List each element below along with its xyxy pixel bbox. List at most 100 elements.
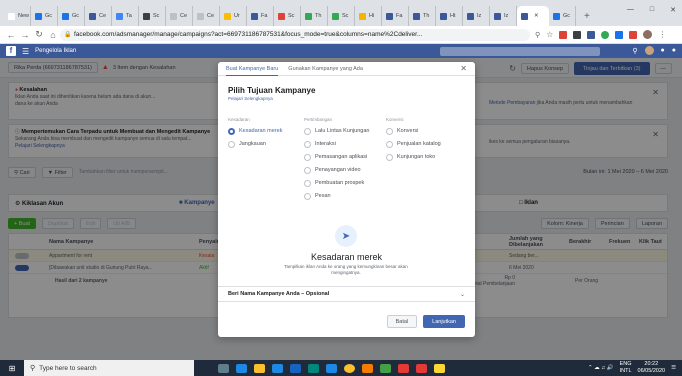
browser-tab[interactable]: Ht bbox=[436, 6, 463, 26]
app-icon[interactable] bbox=[397, 363, 409, 373]
browser-tab[interactable]: Sc bbox=[328, 6, 355, 26]
facebook-logo[interactable]: f bbox=[6, 46, 16, 56]
radio[interactable] bbox=[228, 141, 235, 148]
browser-tab[interactable]: Fa bbox=[247, 6, 274, 26]
notification-icon[interactable]: ● bbox=[672, 47, 676, 54]
browser-tab[interactable]: ✕ bbox=[517, 6, 549, 26]
extension-icon[interactable] bbox=[615, 30, 624, 39]
system-tray: ⌃ ☁ ♫ 🔊 ENG INTL 20:22 06/05/2020 ☰ bbox=[588, 361, 676, 374]
radio[interactable] bbox=[304, 167, 311, 174]
star-icon[interactable]: ☆ bbox=[546, 30, 553, 39]
browser-tab[interactable]: Iz bbox=[490, 6, 517, 26]
url-input[interactable]: 🔒 facebook.com/adsmanager/manage/campaig… bbox=[60, 29, 530, 41]
app-icon[interactable] bbox=[379, 363, 391, 373]
objective-messages[interactable]: Pesan bbox=[304, 193, 379, 200]
browser-tab[interactable]: Hi bbox=[355, 6, 382, 26]
browser-tab[interactable]: Gc bbox=[549, 6, 576, 26]
tab-create-new[interactable]: Buat Kampanye Baru bbox=[226, 62, 279, 76]
tab-label: Ce bbox=[207, 13, 215, 19]
input-language[interactable]: ENG INTL bbox=[620, 361, 632, 374]
browser-tab[interactable]: Ce bbox=[85, 6, 112, 26]
app-icon[interactable] bbox=[415, 363, 427, 373]
favicon-icon bbox=[143, 12, 150, 20]
objective-catalog-sales[interactable]: Penjualan katalog bbox=[386, 141, 466, 148]
app-icon[interactable] bbox=[361, 363, 373, 373]
radio[interactable] bbox=[304, 128, 311, 135]
mail-icon[interactable] bbox=[289, 363, 301, 373]
task-view-icon[interactable] bbox=[217, 363, 229, 373]
objective-traffic[interactable]: Lalu Lintas Kunjungan bbox=[304, 128, 379, 135]
chevron-down-icon[interactable]: ⌄ bbox=[460, 291, 465, 298]
clock[interactable]: 20:22 06/05/2020 bbox=[638, 361, 666, 374]
radio[interactable] bbox=[304, 141, 311, 148]
campaign-name-section[interactable]: Beri Nama Kampanye Anda – Opsional ⌄ bbox=[218, 286, 475, 302]
extension-icon[interactable] bbox=[601, 30, 610, 39]
tab-use-existing[interactable]: Gunakan Kampanye yang Ada bbox=[288, 62, 363, 76]
avatar[interactable] bbox=[644, 46, 654, 55]
browser-tab[interactable]: Sc bbox=[139, 6, 166, 26]
radio[interactable] bbox=[386, 154, 393, 161]
minimize-icon[interactable]: — bbox=[627, 6, 634, 14]
fb-search-input[interactable] bbox=[440, 47, 600, 56]
objective-lead-generation[interactable]: Pembuatan prospek bbox=[304, 180, 379, 187]
browser-tab[interactable]: Ce bbox=[166, 6, 193, 26]
objective-store-traffic[interactable]: Kunjungan toko bbox=[386, 154, 466, 161]
radio[interactable] bbox=[304, 154, 311, 161]
tray-icons[interactable]: ⌃ ☁ ♫ 🔊 bbox=[588, 365, 614, 371]
reload-icon[interactable]: ↻ bbox=[32, 29, 46, 40]
home-icon[interactable]: ⌂ bbox=[46, 30, 60, 40]
notification-center-icon[interactable]: ☰ bbox=[671, 365, 676, 371]
radio[interactable] bbox=[304, 193, 311, 200]
store-icon[interactable] bbox=[271, 363, 283, 373]
browser-tab[interactable]: Gc bbox=[31, 6, 58, 26]
maximize-icon[interactable]: □ bbox=[650, 6, 654, 14]
browser-tab[interactable]: Iz bbox=[463, 6, 490, 26]
hamburger-icon[interactable]: ☰ bbox=[22, 47, 29, 56]
browser-tab[interactable]: Sc bbox=[274, 6, 301, 26]
browser-tab[interactable]: New Ta bbox=[4, 6, 31, 26]
search-icon[interactable]: ⚲ bbox=[632, 47, 637, 55]
objective-reach[interactable]: Jangkauan bbox=[228, 141, 282, 148]
explorer-icon[interactable] bbox=[253, 363, 265, 373]
help-icon[interactable]: ● bbox=[661, 47, 665, 54]
extension-icon[interactable] bbox=[629, 30, 638, 39]
objective-brand-awareness[interactable]: Kesadaran merek bbox=[228, 128, 282, 135]
objective-app-installs[interactable]: Pemasangan aplikasi bbox=[304, 154, 379, 161]
close-window-icon[interactable]: ✕ bbox=[670, 6, 676, 14]
chrome-icon[interactable] bbox=[343, 363, 355, 373]
extension-icon[interactable] bbox=[587, 30, 596, 39]
browser-tab[interactable]: Th bbox=[409, 6, 436, 26]
cancel-button[interactable]: Batal bbox=[386, 315, 418, 328]
app-icon[interactable] bbox=[307, 363, 319, 373]
close-icon[interactable]: ✕ bbox=[460, 64, 467, 73]
learn-more-link[interactable]: Pelajari Selengkapnya bbox=[228, 96, 273, 101]
app-icon[interactable] bbox=[433, 363, 445, 373]
radio[interactable] bbox=[386, 128, 393, 135]
extension-icon[interactable] bbox=[559, 30, 568, 39]
new-tab-button[interactable]: + bbox=[584, 11, 590, 22]
edge-icon[interactable] bbox=[235, 363, 247, 373]
close-tab-icon[interactable]: ✕ bbox=[534, 13, 539, 19]
continue-button[interactable]: Lanjutkan bbox=[423, 315, 465, 328]
objective-engagement[interactable]: Interaksi bbox=[304, 141, 379, 148]
objective-video-views[interactable]: Penayangan video bbox=[304, 167, 379, 174]
back-icon[interactable]: ← bbox=[4, 30, 18, 40]
browser-tab[interactable]: Th bbox=[301, 6, 328, 26]
browser-tab[interactable]: Fa bbox=[382, 6, 409, 26]
radio[interactable] bbox=[386, 141, 393, 148]
browser-tab[interactable]: Gc bbox=[58, 6, 85, 26]
extension-icon[interactable] bbox=[573, 30, 582, 39]
profile-avatar[interactable] bbox=[643, 30, 653, 39]
windows-start-icon[interactable]: ⊞ bbox=[4, 360, 20, 376]
forward-icon[interactable]: → bbox=[18, 30, 32, 40]
app-icon[interactable] bbox=[325, 363, 337, 373]
radio-selected[interactable] bbox=[228, 128, 235, 135]
taskbar-search[interactable]: ⚲ Type here to search bbox=[24, 360, 194, 376]
browser-tab[interactable]: Ta bbox=[112, 6, 139, 26]
browser-tab[interactable]: Ce bbox=[193, 6, 220, 26]
objective-conversions[interactable]: Konversi bbox=[386, 128, 466, 135]
menu-icon[interactable]: ⋮ bbox=[658, 30, 666, 39]
radio[interactable] bbox=[304, 180, 311, 187]
zoom-icon[interactable]: ⚲ bbox=[535, 31, 540, 39]
browser-tab[interactable]: Ur bbox=[220, 6, 247, 26]
